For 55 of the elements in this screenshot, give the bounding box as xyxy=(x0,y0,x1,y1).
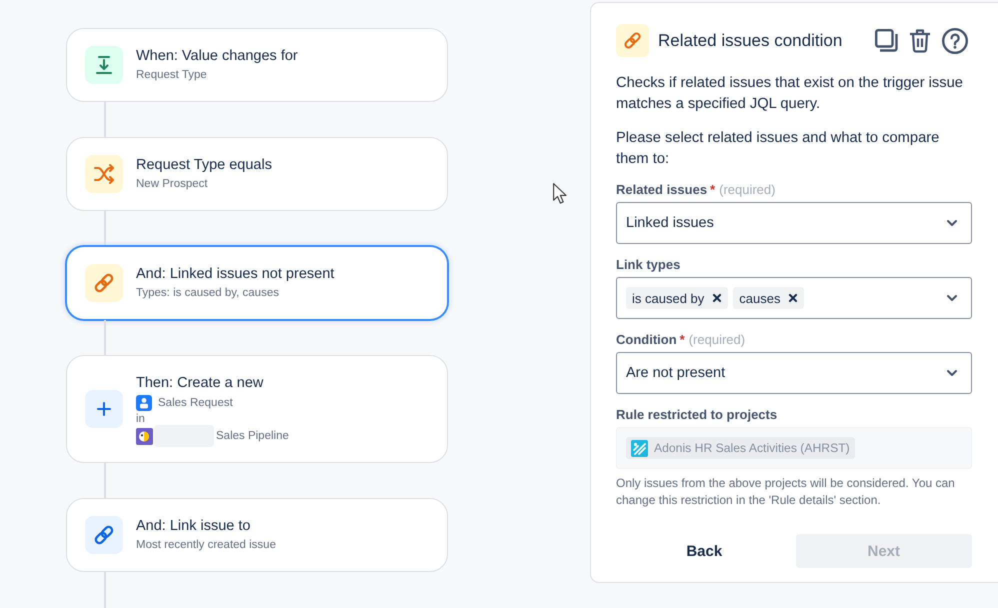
step-subtitle: Most recently created issue xyxy=(136,538,276,553)
field-label: Condition xyxy=(616,331,677,349)
step-title: And: Linked issues not present xyxy=(136,265,334,284)
project-icon xyxy=(631,440,648,456)
plus-icon xyxy=(85,390,123,428)
project-chip: Adonis HR Sales Activities (AHRST) xyxy=(626,437,855,459)
step-card[interactable]: Then: Create a new Sales Request in Sales Pipeline xyxy=(66,355,448,463)
download-icon xyxy=(85,46,123,84)
trash-icon[interactable] xyxy=(909,28,931,52)
project-name: Sales Pipeline xyxy=(216,428,289,444)
remove-icon[interactable] xyxy=(713,294,722,302)
help-text: Only issues from the above projects will be considered. You can change this restriction in the 'Rule details' section. xyxy=(616,475,956,509)
project-avatar-icon xyxy=(136,428,153,444)
chevron-down-icon xyxy=(947,220,957,226)
link-icon xyxy=(85,264,123,302)
step-subtitle: Request Type xyxy=(136,68,208,83)
step-card[interactable]: And: Linked issues not present Types: is caused by, causes xyxy=(66,246,448,320)
step-subtitle: Types: is caused by, causes xyxy=(136,286,280,301)
step-card[interactable]: And: Link issue to Most recently created issue xyxy=(66,498,448,572)
step-title: Request Type equals xyxy=(136,156,272,175)
step-title: When: Value changes for xyxy=(136,47,298,66)
mouse-pointer-icon xyxy=(553,183,567,204)
multi-select-field[interactable]: is caused by causes xyxy=(616,277,972,319)
field-label: Link types xyxy=(616,256,680,274)
step-card[interactable]: When: Value changes for Request Type xyxy=(66,28,448,102)
required-hint: (required) xyxy=(688,331,746,349)
step-title: And: Link issue to xyxy=(136,517,252,536)
description-text: Checks if related issues that exist on the trigger issue matches a specified JQL query. xyxy=(616,74,964,114)
chevron-down-icon xyxy=(947,295,957,301)
required-hint: (required) xyxy=(719,181,776,199)
text-button[interactable]: Back xyxy=(616,534,792,568)
link-type-chip[interactable]: is caused by xyxy=(626,287,728,309)
remove-icon[interactable] xyxy=(789,294,798,302)
joiner-text: in xyxy=(136,412,146,427)
help-icon[interactable] xyxy=(942,28,968,54)
step-card[interactable]: Request Type equals New Prospect xyxy=(66,137,448,211)
field-label: Related issues xyxy=(616,181,708,199)
step-subtitle: New Prospect xyxy=(136,177,209,192)
step-title: Then: Create a new xyxy=(136,374,264,393)
required-mark: * xyxy=(710,181,716,199)
select-field[interactable]: Are not present xyxy=(616,352,972,394)
required-mark: * xyxy=(680,331,685,349)
chevron-down-icon xyxy=(947,370,957,376)
link-icon xyxy=(85,516,123,554)
panel-title: Related issues condition xyxy=(658,30,842,50)
person-icon xyxy=(136,395,152,411)
copy-icon[interactable] xyxy=(875,29,898,52)
select-field[interactable]: Linked issues xyxy=(616,202,972,244)
description-text: Please select related issues and what to compare them to: xyxy=(616,129,940,169)
link-type-chip[interactable]: causes xyxy=(733,287,804,309)
disabled-button: Next xyxy=(796,534,972,568)
issue-type-name: Sales Request xyxy=(158,396,233,410)
shuffle-icon xyxy=(85,155,123,193)
field-label: Rule restricted to projects xyxy=(616,406,778,424)
link-icon xyxy=(616,24,649,57)
